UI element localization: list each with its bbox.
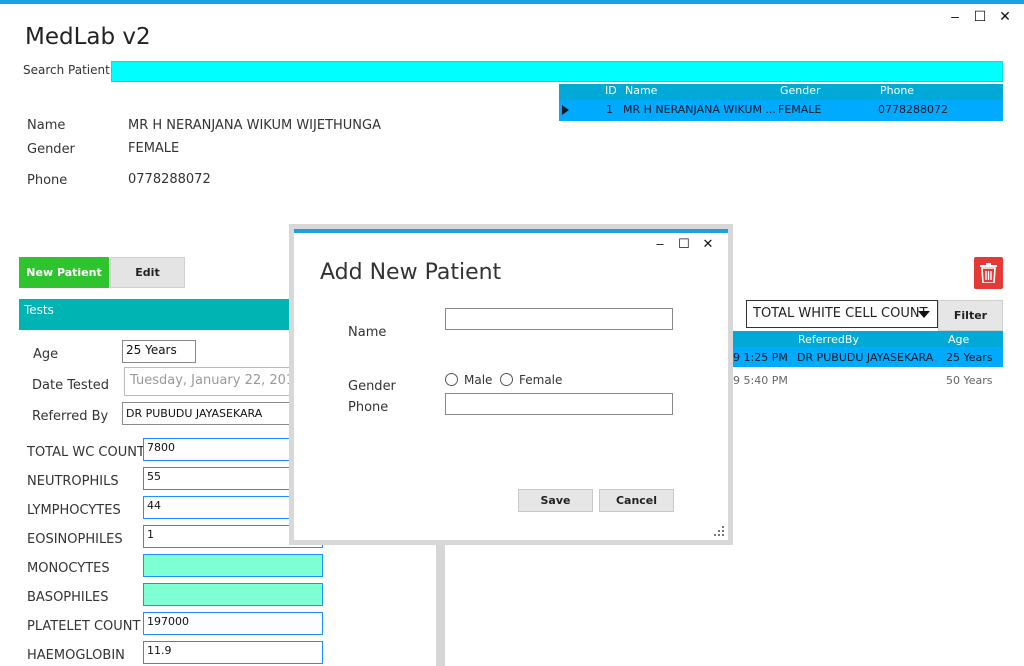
dialog-name-label: Name [348,325,387,340]
test-label-monocytes: MONOCYTES [27,561,110,576]
test-filter-dropdown[interactable]: TOTAL WHITE CELL COUNT [746,300,938,328]
dialog-gender-label: Gender [348,379,396,394]
cell-gender: FEMALE [778,103,822,116]
column-header-phone[interactable]: Phone [880,84,914,99]
save-button[interactable]: Save [518,489,593,512]
dialog-name-input[interactable] [445,308,673,330]
dialog-title: Add New Patient [320,260,502,285]
cell-age: 25 Years [946,351,993,364]
patient-results-grid[interactable]: ID Name Gender Phone 1 MR H NERANJANA WI… [559,84,1003,121]
delete-button[interactable] [974,257,1003,289]
dialog-close-button[interactable]: ✕ [700,237,716,251]
search-input[interactable] [111,61,1003,82]
cancel-button[interactable]: Cancel [599,489,674,512]
search-label: Search Patient [23,63,110,77]
dialog-minimize-button[interactable]: – [652,237,668,251]
test-field-monocytes[interactable] [143,554,323,577]
female-radio[interactable] [500,373,513,386]
resize-grip-icon[interactable] [714,526,724,536]
column-header-gender[interactable]: Gender [780,84,821,99]
test-filter-selected: TOTAL WHITE CELL COUNT [753,306,928,321]
triangle-right-icon [562,105,569,115]
app-title: MedLab v2 [25,24,151,50]
filter-button[interactable]: Filter [938,300,1003,331]
test-label-lymphocytes: LYMPHOCYTES [27,503,121,518]
test-label-neutrophils: NEUTROPHILS [27,474,119,489]
dialog-phone-input[interactable] [445,393,673,415]
minimize-button[interactable]: – [946,8,964,24]
test-field-platelet-count[interactable]: 197000 [143,612,323,635]
cell-referredby: DR PUBUDU JAYASEKARA [797,351,934,364]
edit-button[interactable]: Edit [110,257,185,288]
cell-name: MR H NERANJANA WIKUM ... [623,103,776,116]
add-patient-dialog[interactable]: – ☐ ✕ Add New Patient Name Gender Male F… [289,224,733,545]
detail-phone-value: 0778288072 [128,172,211,187]
test-label-platelet-count: PLATELET COUNT [27,619,141,634]
detail-gender-label: Gender [27,142,75,157]
test-field-haemoglobin[interactable]: 11.9 [143,641,323,664]
referred-by-label: Referred By [32,409,109,424]
tests-header-label: Tests [24,303,54,317]
referred-by-field[interactable]: DR PUBUDU JAYASEKARA [122,402,294,425]
trash-icon [980,263,997,283]
column-header-referredby[interactable]: ReferredBy [798,333,859,346]
female-radio-label[interactable]: Female [519,373,562,387]
tests-header: Tests [19,299,319,330]
new-patient-button[interactable]: New Patient [19,257,109,288]
detail-gender-value: FEMALE [128,141,180,156]
close-button[interactable]: ✕ [996,8,1014,24]
age-label: Age [33,347,59,362]
cell-phone: 0778288072 [878,103,948,116]
window-accent-bar [0,0,1024,4]
cell-id: 1 [606,103,613,116]
history-row-2-age: 50 Years [946,374,993,387]
test-label-basophiles: BASOPHILES [27,590,109,605]
test-label-haemoglobin: HAEMOGLOBIN [27,648,125,663]
male-radio[interactable] [445,373,458,386]
table-row[interactable]: 1 MR H NERANJANA WIKUM ... FEMALE 077828… [559,100,1003,121]
test-field-basophiles[interactable] [143,583,323,606]
dialog-accent-bar [294,229,728,233]
test-history-grid[interactable]: ReferredBy Age 019 1:25 PM DR PUBUDU JAY… [719,331,1003,367]
column-header-name[interactable]: Name [625,84,657,99]
column-header-id[interactable]: ID [605,84,617,99]
date-tested-picker[interactable]: Tuesday, January 22, 2019 [124,367,294,396]
dialog-maximize-button[interactable]: ☐ [676,237,692,251]
male-radio-label[interactable]: Male [464,373,492,387]
date-tested-label: Date Tested [32,378,110,393]
test-label-total-wc-count: TOTAL WC COUNT [27,445,145,460]
column-header-age[interactable]: Age [948,333,969,346]
detail-phone-label: Phone [27,173,68,188]
table-row[interactable]: 019 1:25 PM DR PUBUDU JAYASEKARA 25 Year… [719,347,1003,367]
chevron-down-icon [918,311,930,318]
dialog-phone-label: Phone [348,400,389,415]
tests-scrollbar[interactable] [436,540,445,666]
detail-name-value: MR H NERANJANA WIKUM WIJETHUNGA [128,118,381,133]
test-label-eosinophiles: EOSINOPHILES [27,532,123,547]
age-field[interactable]: 25 Years [122,340,196,363]
maximize-button[interactable]: ☐ [971,8,989,24]
detail-name-label: Name [27,118,66,133]
